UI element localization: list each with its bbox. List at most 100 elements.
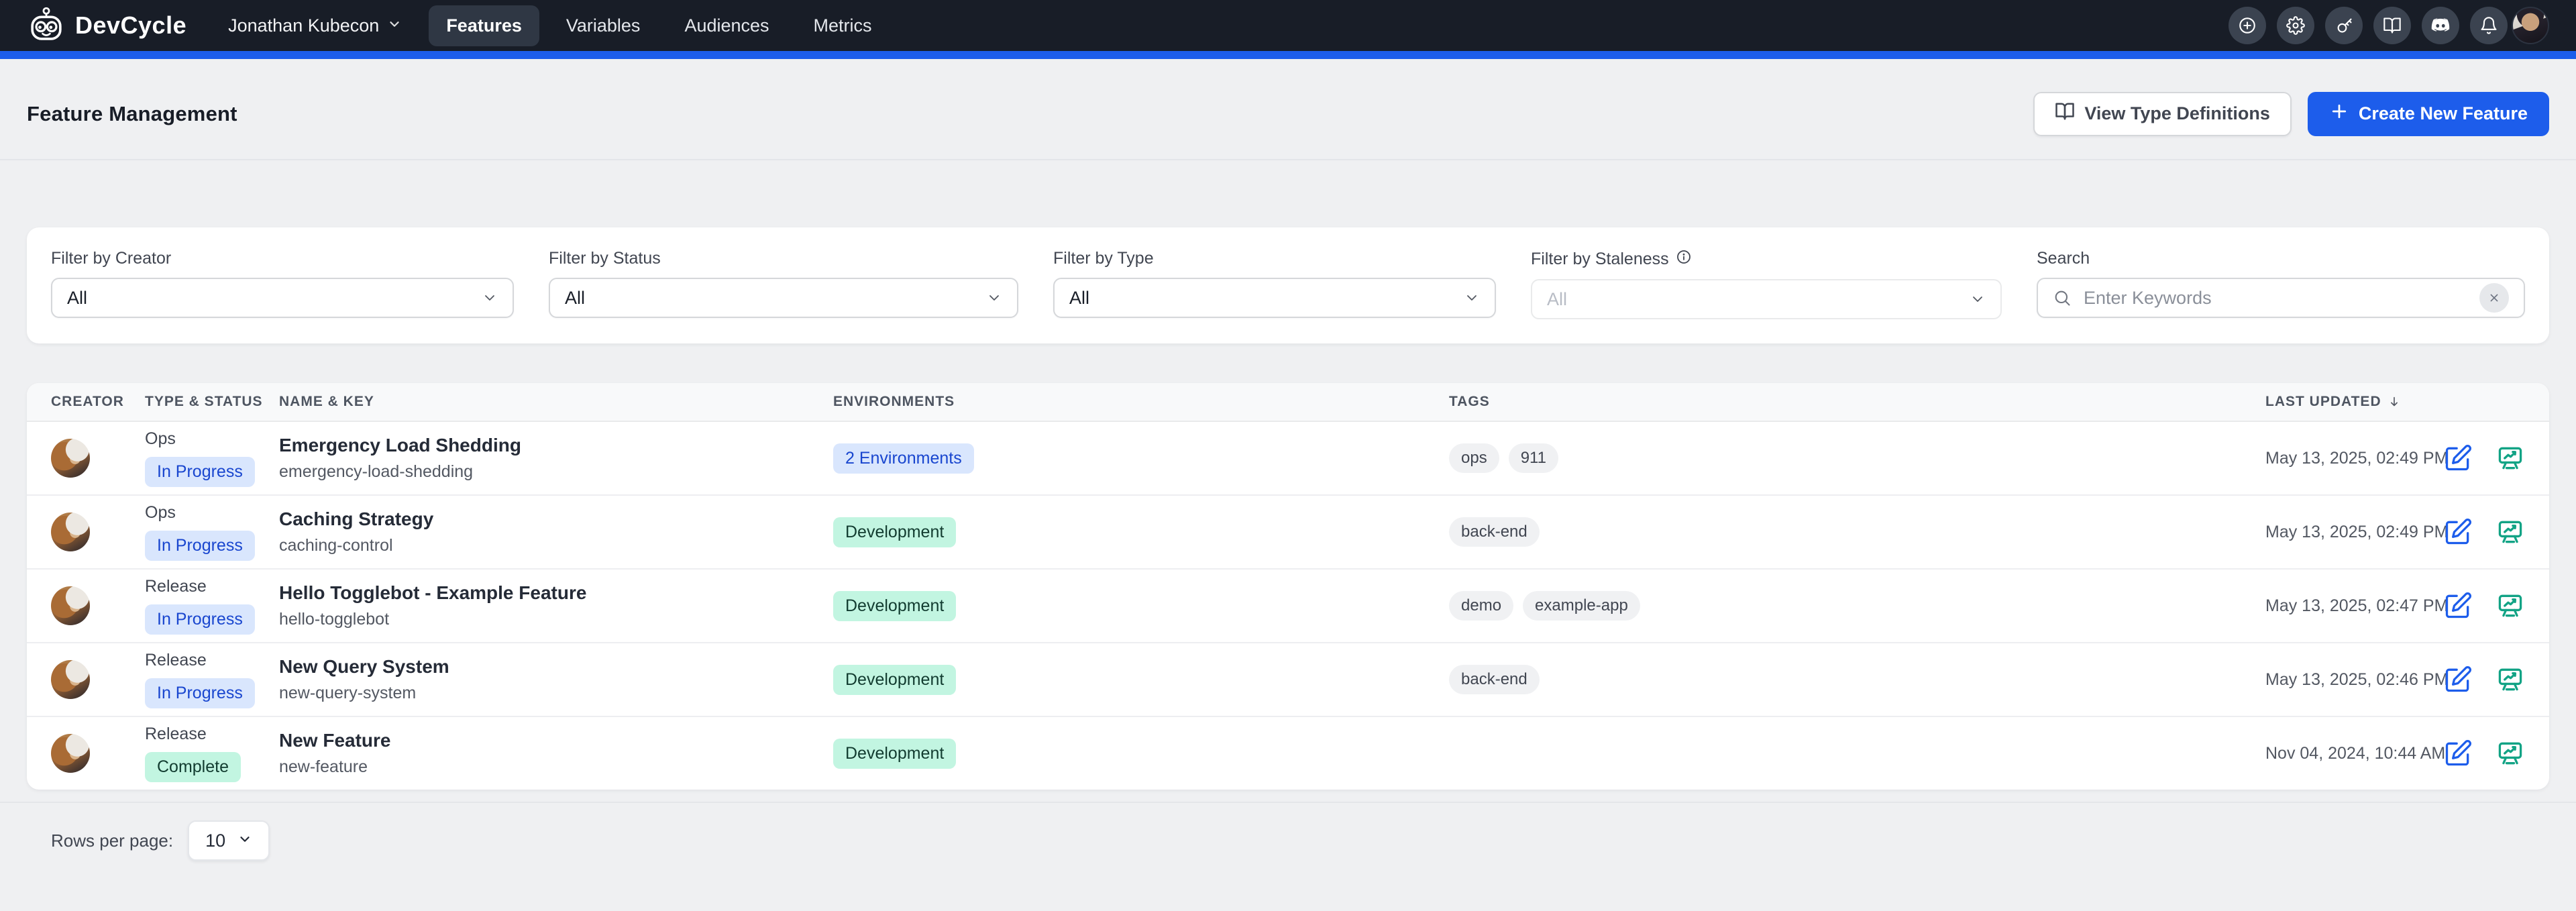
column-header-last-updated[interactable]: LAST UPDATED xyxy=(2265,394,2440,410)
create-new-feature-button[interactable]: Create New Feature xyxy=(2308,92,2549,136)
filter-label: Filter by Type xyxy=(1053,249,1496,268)
nav-tab-audiences[interactable]: Audiences xyxy=(667,5,786,46)
column-header-tags: TAGS xyxy=(1449,394,2265,410)
gear-icon[interactable] xyxy=(2277,7,2314,44)
pagination: Rows per page: 10 xyxy=(51,820,2576,861)
feature-metrics-icon[interactable] xyxy=(2496,665,2525,694)
plus-circle-icon[interactable] xyxy=(2229,7,2266,44)
feature-key: new-feature xyxy=(279,757,833,777)
filter-select-filter-by-type[interactable]: All xyxy=(1053,278,1496,318)
nav-tab-variables[interactable]: Variables xyxy=(549,5,658,46)
user-avatar[interactable] xyxy=(2512,7,2549,44)
filter-label: Filter by Creator xyxy=(51,249,514,268)
page-header-actions: View Type Definitions Create New Feature xyxy=(2033,92,2549,136)
org-switcher[interactable]: Jonathan Kubecon xyxy=(224,9,406,43)
progress-bar xyxy=(0,51,2576,59)
creator-cell xyxy=(51,734,145,773)
edit-feature-icon[interactable] xyxy=(2443,739,2473,768)
filter-group: Filter by Creator All xyxy=(51,249,514,319)
search-box xyxy=(2037,278,2525,318)
table-row[interactable]: OpsIn ProgressCaching Strategycaching-co… xyxy=(27,494,2549,568)
environment-badge[interactable]: Development xyxy=(833,517,956,547)
chevron-down-icon xyxy=(387,15,402,36)
environment-badge[interactable]: Development xyxy=(833,591,956,621)
environment-badge[interactable]: 2 Environments xyxy=(833,443,974,474)
status-badge: In Progress xyxy=(145,531,255,561)
environments-cell: 2 Environments xyxy=(833,443,1449,474)
tag-pill: ops xyxy=(1449,443,1499,473)
tag-pill: 911 xyxy=(1509,443,1558,473)
page-header: Feature Management View Type Definitions… xyxy=(0,59,2576,160)
nav-tab-metrics[interactable]: Metrics xyxy=(796,5,890,46)
edit-feature-icon[interactable] xyxy=(2443,591,2473,621)
column-header-environments: ENVIRONMENTS xyxy=(833,394,1449,410)
table-row[interactable]: ReleaseCompleteNew Featurenew-featureDev… xyxy=(27,716,2549,790)
filter-panel: Filter by CreatorAllFilter by StatusAllF… xyxy=(27,227,2549,343)
edit-feature-icon[interactable] xyxy=(2443,665,2473,694)
search-icon xyxy=(2053,288,2072,307)
row-actions-cell xyxy=(2440,665,2525,694)
feature-metrics-icon[interactable] xyxy=(2496,739,2525,768)
feature-metrics-icon[interactable] xyxy=(2496,443,2525,473)
feature-name: Hello Togglebot - Example Feature xyxy=(279,582,833,604)
edit-feature-icon[interactable] xyxy=(2443,517,2473,547)
discord-icon[interactable] xyxy=(2422,7,2459,44)
feature-key: emergency-load-shedding xyxy=(279,462,833,482)
features-table: CREATORTYPE & STATUSNAME & KEYENVIRONMEN… xyxy=(27,383,2549,790)
environment-badge[interactable]: Development xyxy=(833,739,956,769)
creator-avatar xyxy=(51,439,90,478)
edit-feature-icon[interactable] xyxy=(2443,443,2473,473)
last-updated-cell: Nov 04, 2024, 10:44 AM xyxy=(2265,744,2440,763)
feature-name: New Query System xyxy=(279,656,833,678)
table-row[interactable]: Release In Progress Hello Togglebot - Exam… xyxy=(27,568,2549,642)
search-group: Search xyxy=(2037,249,2525,319)
name-key-cell: New Featurenew-feature xyxy=(279,730,833,777)
environment-badge[interactable]: Development xyxy=(833,665,956,695)
row-actions-cell xyxy=(2440,443,2525,473)
status-badge: In Progress xyxy=(145,604,255,635)
table-row[interactable]: ReleaseIn ProgressNew Query Systemnew-qu… xyxy=(27,642,2549,716)
feature-key: new-query-system xyxy=(279,684,833,703)
table-header-row: CREATORTYPE & STATUSNAME & KEYENVIRONMEN… xyxy=(27,383,2549,422)
last-updated-cell: May 13, 2025, 02:47 PM xyxy=(2265,596,2440,616)
table-row[interactable]: OpsIn ProgressEmergency Load Sheddingeme… xyxy=(27,422,2549,494)
filter-select-filter-by-staleness: All xyxy=(1531,279,2002,319)
clear-search-button[interactable] xyxy=(2479,283,2509,313)
environments-cell: Development xyxy=(833,517,1449,547)
book-icon[interactable] xyxy=(2373,7,2411,44)
creator-cell xyxy=(51,513,145,551)
filter-select-filter-by-status[interactable]: All xyxy=(549,278,1018,318)
page-title: Feature Management xyxy=(27,102,237,126)
sort-desc-icon xyxy=(2387,394,2402,409)
filter-selected-value: All xyxy=(1069,288,1089,309)
nav-tab-features[interactable]: Features xyxy=(429,5,539,46)
filter-select-filter-by-creator[interactable]: All xyxy=(51,278,514,318)
bell-icon[interactable] xyxy=(2470,7,2508,44)
search-input[interactable] xyxy=(2082,287,2469,309)
table-body: OpsIn ProgressEmergency Load Sheddingeme… xyxy=(27,422,2549,790)
brand-logo[interactable]: DevCycle xyxy=(27,6,186,45)
rows-per-page-value: 10 xyxy=(205,830,225,851)
rows-per-page-select[interactable]: 10 xyxy=(188,820,270,861)
feature-name: Caching Strategy xyxy=(279,508,833,530)
chevron-down-icon xyxy=(482,290,498,306)
info-icon[interactable] xyxy=(1676,249,1692,270)
tags-cell: back-end xyxy=(1449,665,2265,694)
row-actions-cell xyxy=(2440,517,2525,547)
filter-group: Filter by Type All xyxy=(1053,249,1496,319)
filter-label: Filter by Staleness xyxy=(1531,249,2002,270)
type-status-cell: Release In Progress xyxy=(145,577,279,635)
row-actions-cell xyxy=(2440,591,2525,621)
filter-group: Filter by StatusAll xyxy=(549,249,1018,319)
view-type-definitions-button[interactable]: View Type Definitions xyxy=(2033,92,2292,136)
filter-selected-value: All xyxy=(565,288,585,309)
feature-metrics-icon[interactable] xyxy=(2496,517,2525,547)
feature-metrics-icon[interactable] xyxy=(2496,591,2525,621)
filter-selected-value: All xyxy=(1547,289,1567,310)
feature-type: Release xyxy=(145,725,207,744)
feature-name: Emergency Load Shedding xyxy=(279,435,833,456)
key-icon[interactable] xyxy=(2325,7,2363,44)
book-icon xyxy=(2055,101,2075,126)
feature-key: caching-control xyxy=(279,536,833,555)
feature-type: Release xyxy=(145,577,207,596)
